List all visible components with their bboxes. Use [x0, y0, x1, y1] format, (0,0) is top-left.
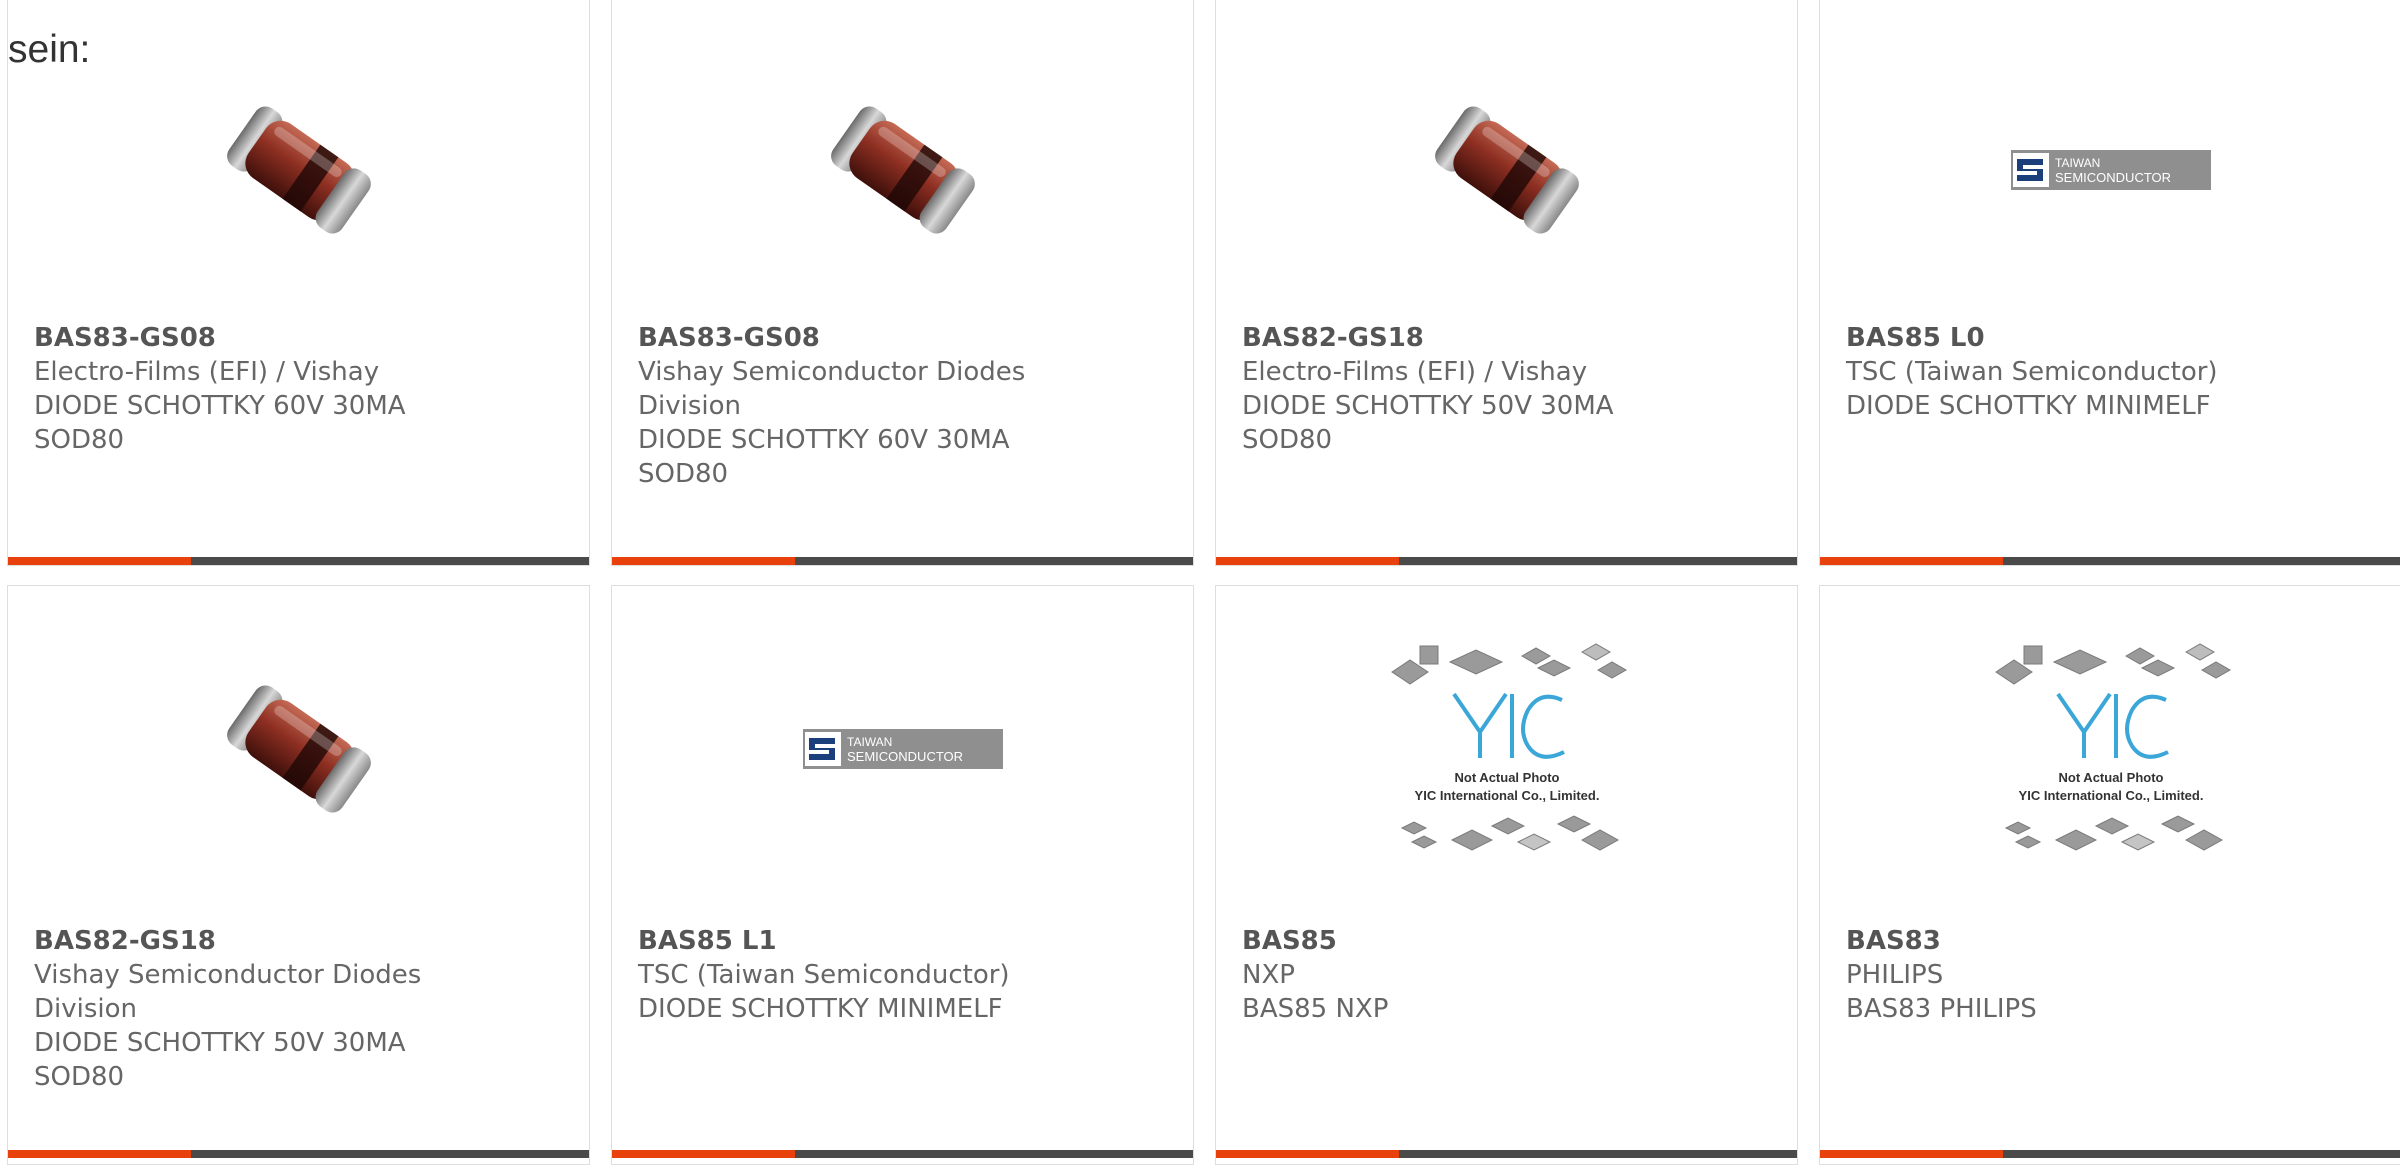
manufacturer: PHILIPS — [1846, 960, 1944, 990]
manufacturer: Vishay Semiconductor Diodes Division — [34, 960, 422, 1024]
diode-photo-icon[interactable] — [184, 55, 414, 285]
description: DIODE SCHOTTKY 60V 30MA — [34, 391, 406, 421]
card-footer-bar — [8, 1150, 589, 1158]
package: SOD80 — [1242, 425, 1333, 455]
product-card[interactable]: TAIWAN SEMICONDUCTOR BAS85 L1 TSC (Taiwa… — [611, 585, 1194, 1165]
part-number[interactable]: BAS83-GS08 — [638, 321, 1173, 355]
card-footer-accent — [612, 1150, 795, 1158]
package: SOD80 — [638, 459, 729, 489]
product-card[interactable]: BAS82-GS18 Electro-Films (EFI) / Vishay … — [1215, 0, 1798, 566]
logo-text-1: TAIWAN — [2055, 156, 2100, 170]
description: DIODE SCHOTTKY MINIMELF — [1846, 391, 2211, 421]
yic-placeholder-icon[interactable]: Not Actual Photo YIC International Co., … — [1372, 634, 1642, 864]
card-footer-bar — [612, 1150, 1193, 1158]
card-footer-accent — [1820, 557, 2003, 565]
taiwan-semiconductor-logo-icon[interactable]: TAIWAN SEMICONDUCTOR — [788, 634, 1018, 864]
card-footer-accent — [1216, 557, 1399, 565]
description: BAS83 PHILIPS — [1846, 994, 2037, 1024]
placeholder-text-2: YIC International Co., Limited. — [2019, 788, 2204, 803]
card-footer-accent — [8, 557, 191, 565]
product-info: BAS83 PHILIPS BAS83 PHILIPS — [1846, 924, 2381, 1026]
product-info: BAS85 NXP BAS85 NXP — [1242, 924, 1777, 1026]
description: DIODE SCHOTTKY MINIMELF — [638, 994, 1003, 1024]
product-card[interactable]: BAS82-GS18 Vishay Semiconductor Diodes D… — [7, 585, 590, 1165]
product-info: BAS85 L0 TSC (Taiwan Semiconductor) DIOD… — [1846, 321, 2381, 423]
card-footer-bar — [1216, 1150, 1797, 1158]
description: DIODE SCHOTTKY 50V 30MA — [1242, 391, 1614, 421]
package: SOD80 — [34, 425, 125, 455]
part-number[interactable]: BAS83-GS08 — [34, 321, 569, 355]
intro-text: sein: — [8, 28, 91, 71]
description: DIODE SCHOTTKY 50V 30MA — [34, 1028, 406, 1058]
manufacturer: NXP — [1242, 960, 1295, 990]
placeholder-text-1: Not Actual Photo — [2059, 770, 2164, 785]
product-card[interactable]: BAS83-GS08 Vishay Semiconductor Diodes D… — [611, 0, 1194, 566]
card-footer-accent — [612, 557, 795, 565]
card-footer-accent — [8, 1150, 191, 1158]
description: BAS85 NXP — [1242, 994, 1389, 1024]
placeholder-text-1: Not Actual Photo — [1455, 770, 1560, 785]
product-info: BAS85 L1 TSC (Taiwan Semiconductor) DIOD… — [638, 924, 1173, 1026]
product-card[interactable]: TAIWAN SEMICONDUCTOR BAS85 L0 TSC (Taiwa… — [1819, 0, 2400, 566]
diode-photo-icon[interactable] — [788, 55, 1018, 285]
product-card[interactable]: Not Actual Photo YIC International Co., … — [1215, 585, 1798, 1165]
part-number[interactable]: BAS85 L0 — [1846, 321, 2381, 355]
logo-text-2: SEMICONDUCTOR — [2055, 170, 2171, 185]
placeholder-text-2: YIC International Co., Limited. — [1415, 788, 1600, 803]
card-footer-bar — [1820, 557, 2400, 565]
part-number[interactable]: BAS82-GS18 — [1242, 321, 1777, 355]
manufacturer: TSC (Taiwan Semiconductor) — [1846, 357, 2218, 387]
yic-placeholder-icon[interactable]: Not Actual Photo YIC International Co., … — [1976, 634, 2246, 864]
card-footer-bar — [8, 557, 589, 565]
manufacturer: Electro-Films (EFI) / Vishay — [1242, 357, 1588, 387]
taiwan-semiconductor-logo-icon[interactable]: TAIWAN SEMICONDUCTOR — [1996, 55, 2226, 285]
logo-text-1: TAIWAN — [847, 735, 892, 749]
product-info: BAS83-GS08 Vishay Semiconductor Diodes D… — [638, 321, 1173, 491]
part-number[interactable]: BAS85 L1 — [638, 924, 1173, 958]
package: SOD80 — [34, 1062, 125, 1092]
product-info: BAS82-GS18 Vishay Semiconductor Diodes D… — [34, 924, 569, 1094]
manufacturer: Electro-Films (EFI) / Vishay — [34, 357, 380, 387]
product-card[interactable]: BAS83-GS08 Electro-Films (EFI) / Vishay … — [7, 0, 590, 566]
diode-photo-icon[interactable] — [184, 634, 414, 864]
card-footer-bar — [1216, 557, 1797, 565]
part-number[interactable]: BAS85 — [1242, 924, 1777, 958]
description: DIODE SCHOTTKY 60V 30MA — [638, 425, 1010, 455]
manufacturer: Vishay Semiconductor Diodes Division — [638, 357, 1026, 421]
manufacturer: TSC (Taiwan Semiconductor) — [638, 960, 1010, 990]
product-info: BAS82-GS18 Electro-Films (EFI) / Vishay … — [1242, 321, 1777, 457]
card-footer-accent — [1820, 1150, 2003, 1158]
logo-text-2: SEMICONDUCTOR — [847, 749, 963, 764]
part-number[interactable]: BAS83 — [1846, 924, 2381, 958]
product-grid: BAS83-GS08 Electro-Films (EFI) / Vishay … — [0, 0, 2400, 1165]
diode-photo-icon[interactable] — [1392, 55, 1622, 285]
product-info: BAS83-GS08 Electro-Films (EFI) / Vishay … — [34, 321, 569, 457]
card-footer-accent — [1216, 1150, 1399, 1158]
part-number[interactable]: BAS82-GS18 — [34, 924, 569, 958]
card-footer-bar — [1820, 1150, 2400, 1158]
card-footer-bar — [612, 557, 1193, 565]
product-card[interactable]: Not Actual Photo YIC International Co., … — [1819, 585, 2400, 1165]
